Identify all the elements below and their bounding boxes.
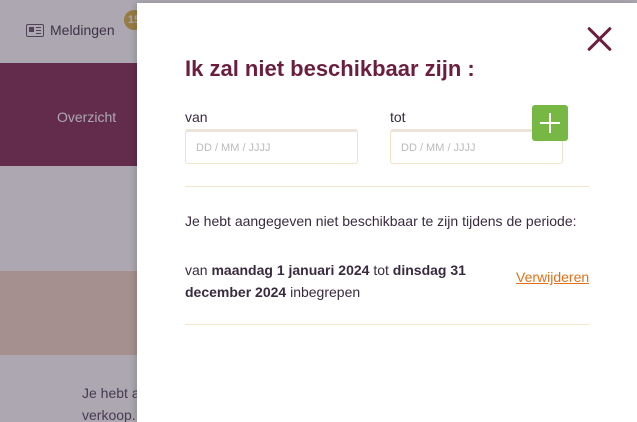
- remove-link[interactable]: Verwijderen: [516, 269, 589, 285]
- divider: [185, 324, 589, 325]
- from-date-input[interactable]: [185, 129, 358, 164]
- plus-icon[interactable]: [532, 105, 568, 141]
- period-middle: tot: [373, 262, 389, 278]
- period-text: van maandag 1 januari 2024 tot dinsdag 3…: [185, 259, 485, 303]
- panel-title: Ik zal niet beschikbaar zijn :: [185, 56, 475, 81]
- period-prefix: van: [185, 262, 208, 278]
- close-icon[interactable]: [586, 25, 614, 53]
- info-text: Je hebt aangegeven niet beschikbaar te z…: [185, 213, 577, 229]
- period-start: maandag 1 januari 2024: [211, 262, 370, 278]
- from-label: van: [185, 109, 208, 125]
- divider: [185, 186, 589, 187]
- unavailability-panel: Ik zal niet beschikbaar zijn : van tot J…: [137, 3, 637, 422]
- to-label: tot: [390, 109, 406, 125]
- period-suffix: inbegrepen: [290, 284, 361, 300]
